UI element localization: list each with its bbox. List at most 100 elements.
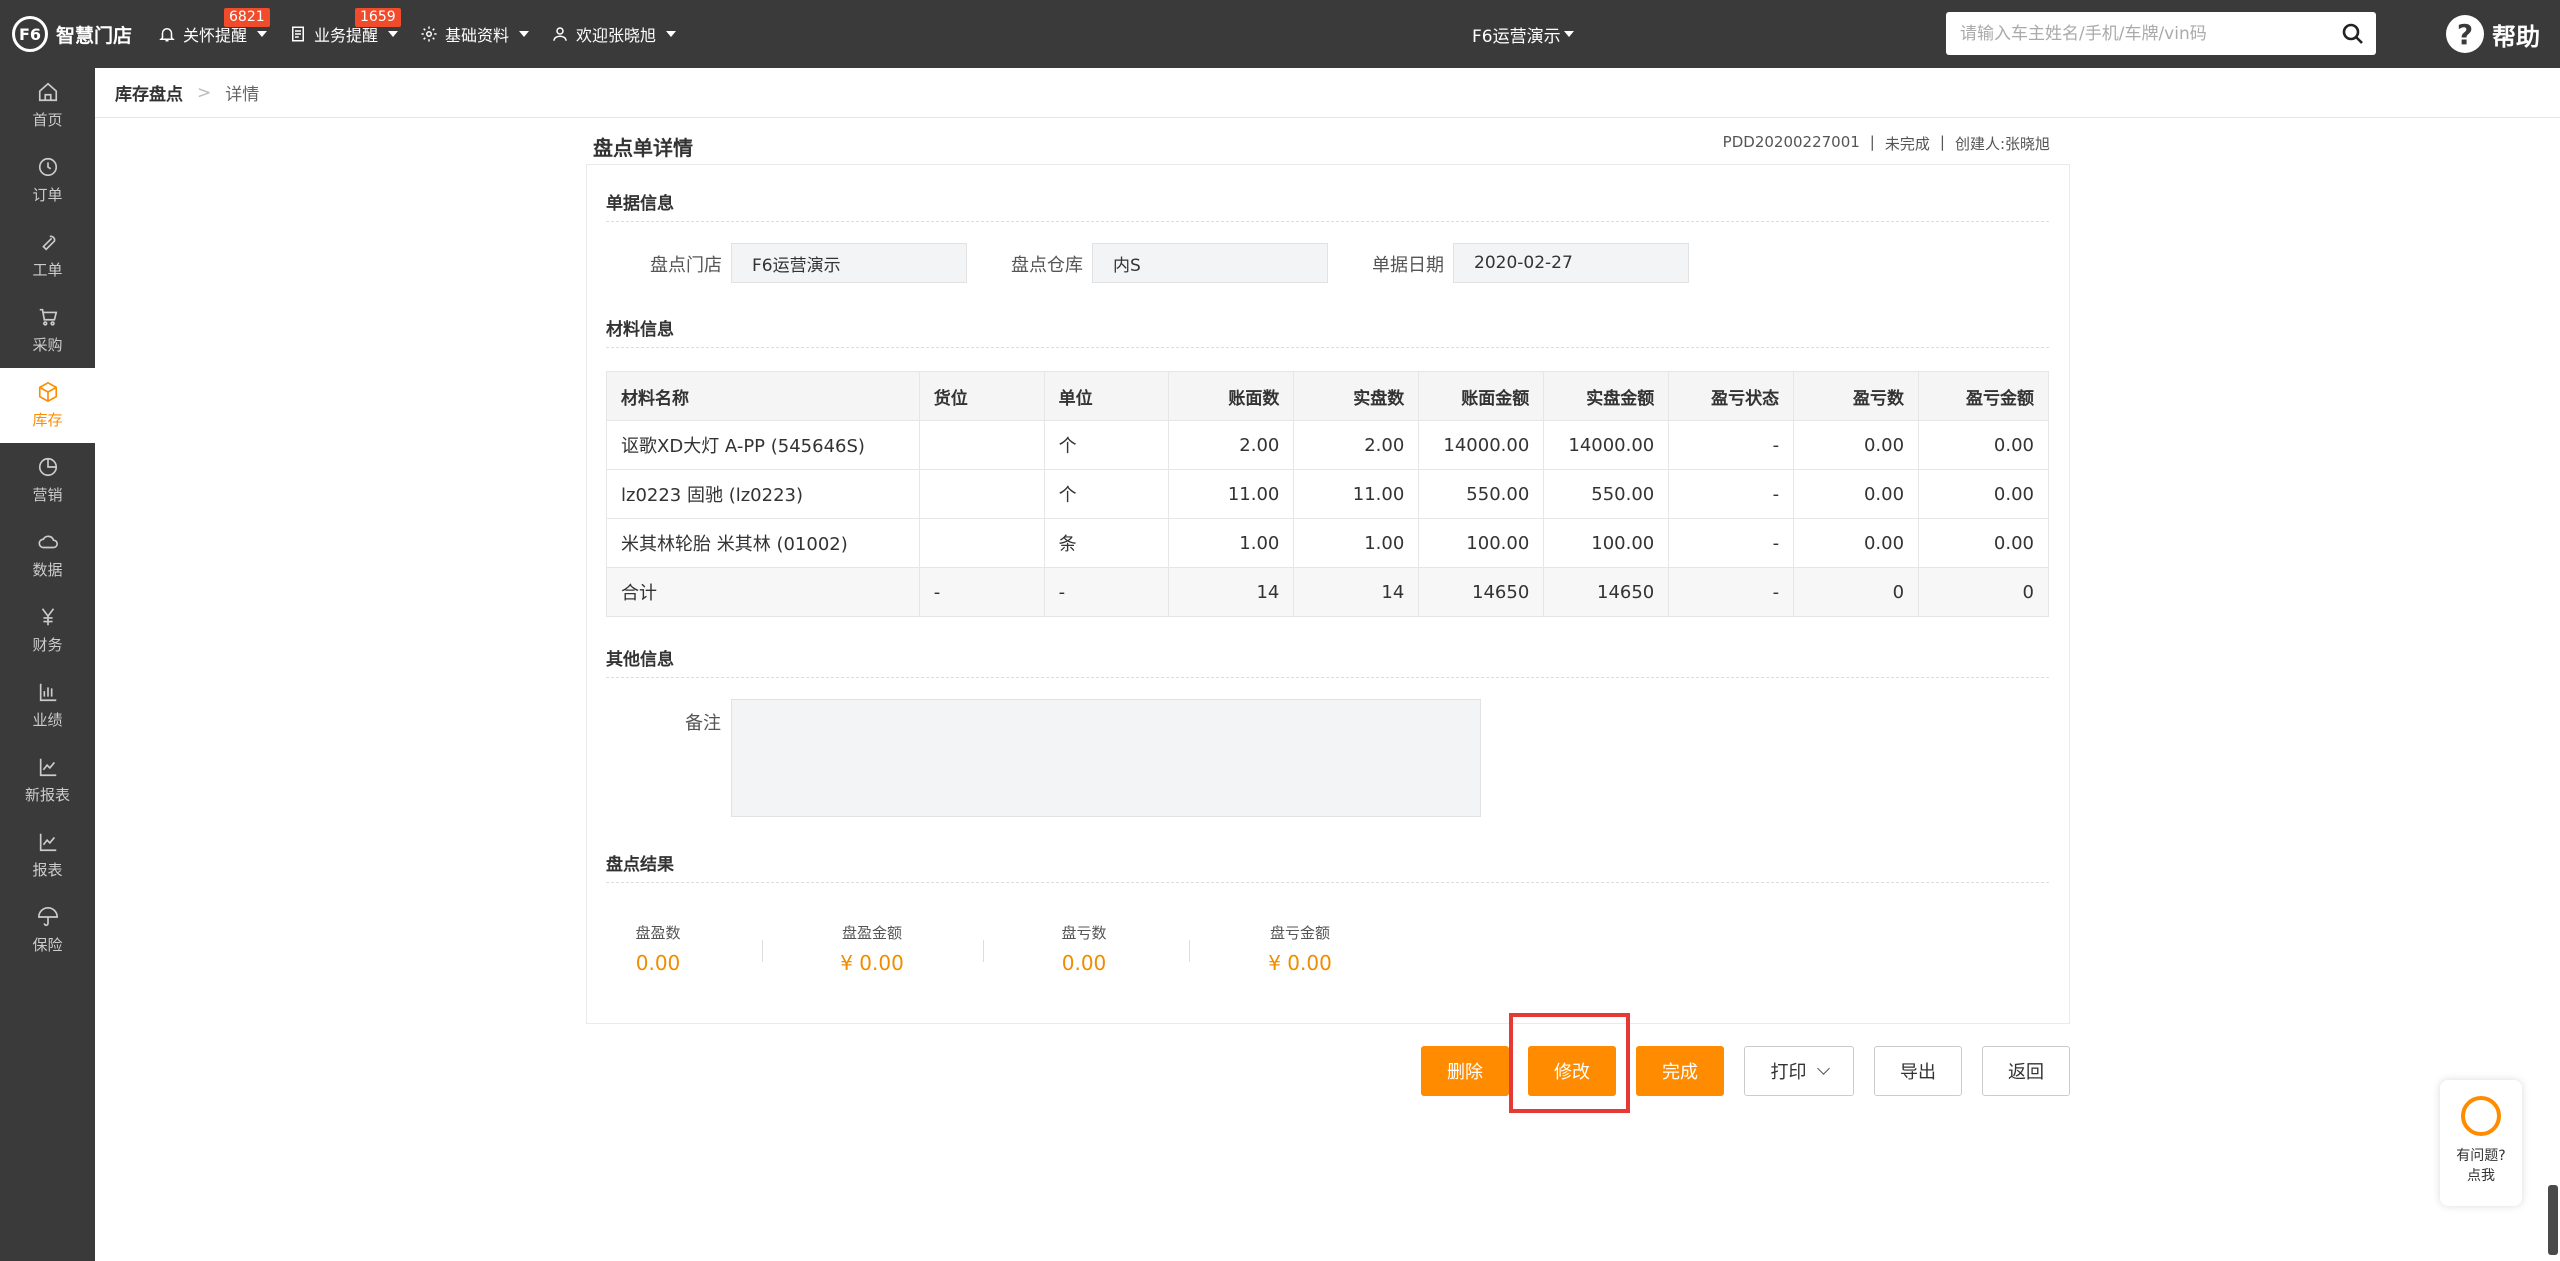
floating-help-widget[interactable]: 有问题? 点我 <box>2440 1080 2522 1206</box>
sidebar-item-inventory[interactable]: 库存 <box>0 368 95 443</box>
divider <box>606 221 2049 222</box>
sidebar-item-label: 财务 <box>32 636 63 654</box>
top-bar: F6 智慧门店 关怀提醒 6821 业务提醒 1659 基础资料 欢迎张晓旭 F… <box>0 0 2560 68</box>
cell: 0.00 <box>1793 420 1920 470</box>
gear-icon <box>421 26 437 42</box>
cell <box>918 420 1045 470</box>
history-icon <box>38 157 57 177</box>
delete-button[interactable]: 删除 <box>1421 1046 1509 1096</box>
sidebar: 首页 订单 工单 采购 库存 营销 数据 财务 业绩 新报表 报表 保险 <box>0 68 95 1261</box>
sidebar-item-home[interactable]: 首页 <box>0 68 95 143</box>
store-field-label: 盘点门店 <box>650 255 722 276</box>
divider <box>762 940 763 962</box>
divider <box>1189 940 1190 962</box>
float-help-line2: 点我 <box>2467 1168 2495 1184</box>
sidebar-item-marketing[interactable]: 营销 <box>0 443 95 518</box>
cell: 11.00 <box>1168 469 1295 519</box>
sidebar-item-reports[interactable]: 报表 <box>0 818 95 893</box>
section-title-result: 盘点结果 <box>606 855 674 875</box>
chevron-down-icon <box>388 31 399 37</box>
business-reminder-badge: 1659 <box>355 8 401 27</box>
business-reminder-menu[interactable]: 业务提醒 1659 <box>289 8 401 46</box>
col-header-pl-status: 盈亏状态 <box>1668 371 1795 421</box>
cell: 2.00 <box>1168 420 1295 470</box>
cell: lz0223 固驰 (lz0223) <box>606 469 920 519</box>
date-field-label: 单据日期 <box>1372 255 1444 276</box>
cell: 0.00 <box>1918 420 2049 470</box>
complete-button[interactable]: 完成 <box>1636 1046 1724 1096</box>
breadcrumb-inventory-count[interactable]: 库存盘点 <box>115 80 183 105</box>
cell: 0.00 <box>1793 518 1920 568</box>
store-selector[interactable]: F6运营演示 <box>1472 0 1574 68</box>
sidebar-item-data[interactable]: 数据 <box>0 518 95 593</box>
meta-separator: | <box>1939 133 1945 151</box>
sidebar-item-label: 营销 <box>32 486 63 504</box>
scrollbar[interactable] <box>2548 1185 2558 1255</box>
sidebar-item-finance[interactable]: 财务 <box>0 593 95 668</box>
divider <box>606 347 2049 348</box>
cell: 1.00 <box>1293 518 1420 568</box>
line-chart-icon <box>39 833 56 852</box>
col-header-name: 材料名称 <box>606 371 920 421</box>
sidebar-item-new-reports[interactable]: 新报表 <box>0 743 95 818</box>
sidebar-item-label: 数据 <box>32 561 63 579</box>
user-menu[interactable]: 欢迎张晓旭 <box>551 22 677 46</box>
cell: 讴歌XD大灯 A-PP (545646S) <box>606 420 920 470</box>
cell: 14 <box>1168 567 1295 617</box>
back-button[interactable]: 返回 <box>1982 1046 2070 1096</box>
cell <box>918 518 1045 568</box>
basic-data-label: 基础资料 <box>445 26 510 45</box>
basic-data-menu[interactable]: 基础资料 <box>420 22 530 46</box>
stat-label: 盘亏数 <box>1061 924 1107 942</box>
stat-value: ¥ 0.00 <box>840 951 904 975</box>
float-help-line1: 有问题? <box>2456 1148 2506 1164</box>
divider <box>983 940 984 962</box>
user-icon <box>553 27 567 41</box>
edit-button-highlight <box>1509 1013 1630 1113</box>
cloud-icon <box>37 535 58 549</box>
page-title: 盘点单详情 <box>593 136 693 160</box>
cell: - <box>918 567 1045 617</box>
col-header-pl-qty: 盈亏数 <box>1793 371 1920 421</box>
sidebar-item-insurance[interactable]: 保险 <box>0 893 95 968</box>
section-title-other-info: 其他信息 <box>606 650 674 670</box>
doc-creator: 创建人:张晓旭 <box>1954 135 2050 153</box>
search-icon[interactable] <box>2330 12 2376 55</box>
stat-value: 0.00 <box>1061 951 1107 975</box>
chevron-down-icon <box>519 31 530 37</box>
store-field: F6运营演示 <box>731 243 967 283</box>
logo[interactable]: F6 智慧门店 <box>12 15 132 53</box>
search-input[interactable] <box>1946 12 2330 55</box>
help-button[interactable]: ? 帮助 <box>2446 13 2540 55</box>
cell: 0.00 <box>1918 469 2049 519</box>
help-icon: ? <box>2446 15 2484 53</box>
cell: 100.00 <box>1543 518 1670 568</box>
stat-label: 盘亏金额 <box>1269 924 1330 942</box>
sidebar-item-workorders[interactable]: 工单 <box>0 218 95 293</box>
sidebar-item-performance[interactable]: 业绩 <box>0 668 95 743</box>
care-reminder-menu[interactable]: 关怀提醒 6821 <box>158 8 270 46</box>
doc-meta: PDD20200227001 | 未完成 | 创建人:张晓旭 <box>1723 133 2050 154</box>
chevron-right-icon: > <box>197 82 212 103</box>
remark-field <box>731 699 1481 817</box>
chevron-down-icon <box>257 31 268 37</box>
cell: 个 <box>1043 469 1170 519</box>
sidebar-item-purchase[interactable]: 采购 <box>0 293 95 368</box>
sidebar-item-label: 业绩 <box>32 711 63 729</box>
print-button[interactable]: 打印 <box>1744 1046 1854 1096</box>
col-header-pl-amount: 盈亏金额 <box>1918 371 2049 421</box>
col-header-unit: 单位 <box>1043 371 1170 421</box>
breadcrumb: 库存盘点 > 详情 <box>95 68 2560 118</box>
col-header-actual-qty: 实盘数 <box>1293 371 1420 421</box>
export-button[interactable]: 导出 <box>1874 1046 1962 1096</box>
table-row: lz0223 固驰 (lz0223) 个 11.00 11.00 550.00 … <box>606 469 2049 519</box>
table-row: 讴歌XD大灯 A-PP (545646S) 个 2.00 2.00 14000.… <box>606 420 2049 470</box>
pie-icon <box>38 457 57 477</box>
stat-label: 盘盈金额 <box>841 924 902 942</box>
sidebar-item-label: 采购 <box>32 336 63 354</box>
sidebar-item-label: 库存 <box>32 411 63 429</box>
sidebar-item-orders[interactable]: 订单 <box>0 143 95 218</box>
cell: 550.00 <box>1543 469 1670 519</box>
cell: 14 <box>1293 567 1420 617</box>
cell: 条 <box>1043 518 1170 568</box>
